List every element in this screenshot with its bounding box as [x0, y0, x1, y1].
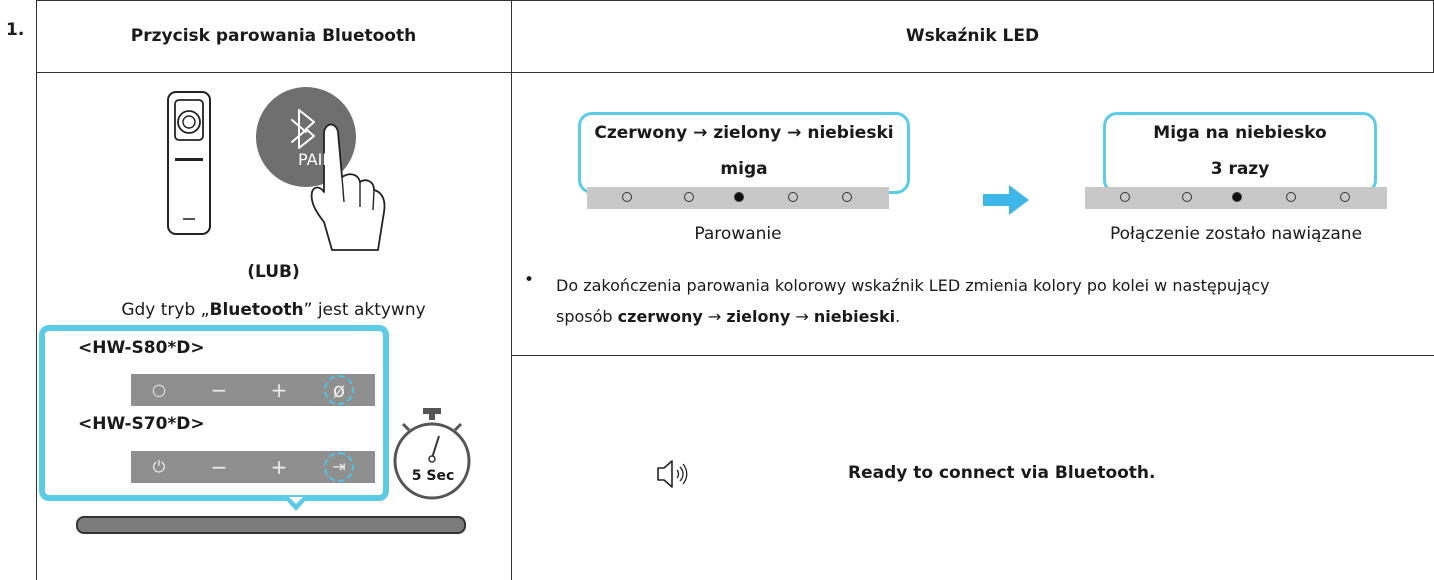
pair-label: PAIR	[298, 150, 334, 169]
header-led-indicator: Wskaźnik LED	[905, 26, 1040, 46]
caption-connected: Połączenie zostało nawiązane	[1109, 224, 1363, 244]
highlight-circle-s70	[324, 452, 354, 482]
note-arrow1: →	[702, 307, 727, 326]
bluetooth-mode-condition: Gdy tryb „Bluetooth” jest aktywny	[36, 300, 511, 320]
power-ring-icon: ○	[152, 380, 166, 399]
bubble-connected-line1: Miga na niebiesko	[1153, 123, 1327, 143]
led-dot-active	[1232, 192, 1242, 202]
callout-pointer	[283, 497, 309, 511]
panel-s80: ○ − + ø	[131, 374, 375, 406]
led-dot	[1286, 192, 1296, 202]
header-divider	[36, 72, 1434, 73]
volume-down-icon: −	[210, 378, 228, 402]
led-dot	[788, 192, 798, 202]
row-divider	[511, 355, 1434, 356]
led-bar-pairing	[587, 187, 889, 209]
note-color-blue: niebieski	[813, 307, 896, 326]
led-dot	[1340, 192, 1350, 202]
led-dot	[1120, 192, 1130, 202]
bubble-pairing: Czerwony → zielony → niebieski miga	[578, 112, 910, 194]
table-border-left	[36, 0, 37, 580]
volume-up-icon: +	[270, 378, 288, 402]
model-label-s80: <HW-S80*D>	[78, 338, 205, 358]
led-note: Do zakończenia parowania kolorowy wskaźn…	[556, 270, 1416, 332]
note-line1: Do zakończenia parowania kolorowy wskaźn…	[556, 276, 1270, 295]
led-dot	[622, 192, 632, 202]
note-color-red: czerwony	[617, 307, 703, 326]
panel-s70: ⏻ − + ⇥	[131, 451, 375, 483]
led-dot	[842, 192, 852, 202]
bubble-connected-line2: 3 razy	[1210, 159, 1270, 179]
note-end: .	[895, 307, 901, 326]
highlight-circle-s80	[324, 375, 354, 405]
voice-message: Ready to connect via Bluetooth.	[848, 463, 1156, 483]
bullet: •	[524, 270, 535, 290]
led-dot-active	[734, 192, 744, 202]
power-icon: ⏻	[152, 457, 166, 476]
column-divider	[511, 0, 512, 580]
mode-text-after: ” jest aktywny	[303, 300, 426, 320]
remote-control-illustration	[167, 91, 211, 235]
note-color-green: zielony	[726, 307, 791, 326]
note-line2-prefix: sposób	[556, 307, 618, 326]
bubble-pairing-line1: Czerwony → zielony → niebieski	[594, 123, 894, 143]
caption-pairing: Parowanie	[694, 224, 782, 244]
timer-label: 5 Sec	[411, 468, 455, 484]
led-bar-connected	[1085, 187, 1387, 209]
mode-text-bold: Bluetooth	[209, 300, 304, 320]
note-arrow2: →	[790, 307, 814, 326]
or-label: (LUB)	[247, 262, 300, 282]
mode-text-before: Gdy tryb „	[121, 300, 210, 320]
bubble-connected: Miga na niebiesko 3 razy	[1103, 112, 1377, 194]
stopwatch-icon	[393, 408, 471, 500]
header-bluetooth-button: Przycisk parowania Bluetooth	[130, 26, 417, 46]
led-dot	[1182, 192, 1192, 202]
led-dot	[684, 192, 694, 202]
step-number: 1.	[6, 20, 25, 40]
arrow-right-icon	[983, 185, 1029, 215]
bubble-pairing-line2: miga	[720, 159, 768, 179]
model-label-s70: <HW-S70*D>	[78, 414, 205, 434]
soundbar-illustration	[76, 516, 466, 534]
instruction-table: Przycisk parowania Bluetooth Wskaźnik LE…	[36, 0, 1434, 580]
volume-down-icon: −	[210, 455, 228, 479]
volume-up-icon: +	[270, 455, 288, 479]
speaker-icon	[657, 460, 688, 488]
